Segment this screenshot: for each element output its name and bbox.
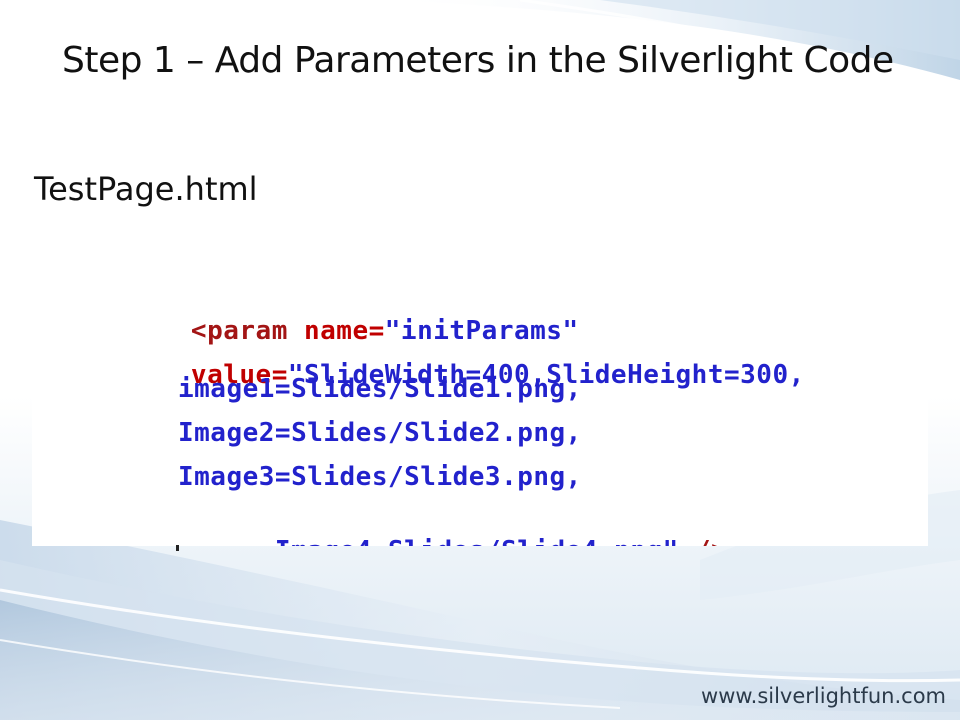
code-snippet: <param name="initParams" value="SlideWid… [32, 280, 928, 546]
code-line-6: Image4=Slides/Slide4.png" /> [178, 506, 727, 546]
code-line-4: Image2=Slides/Slide2.png, [178, 418, 582, 448]
footer-url: www.silverlightfun.com [701, 684, 946, 708]
code-line-3: image1=Slides/Slide1.png, [178, 374, 582, 404]
code-tag: /> [679, 536, 727, 546]
cursor-mark [176, 545, 179, 551]
slide-subtitle: TestPage.html [34, 170, 258, 208]
code-string: Image4=Slides/Slide4.png" [275, 536, 679, 546]
slide-title: Step 1 – Add Parameters in the Silverlig… [62, 40, 894, 81]
slide: Step 1 – Add Parameters in the Silverlig… [0, 0, 960, 720]
code-line-5: Image3=Slides/Slide3.png, [178, 462, 582, 492]
